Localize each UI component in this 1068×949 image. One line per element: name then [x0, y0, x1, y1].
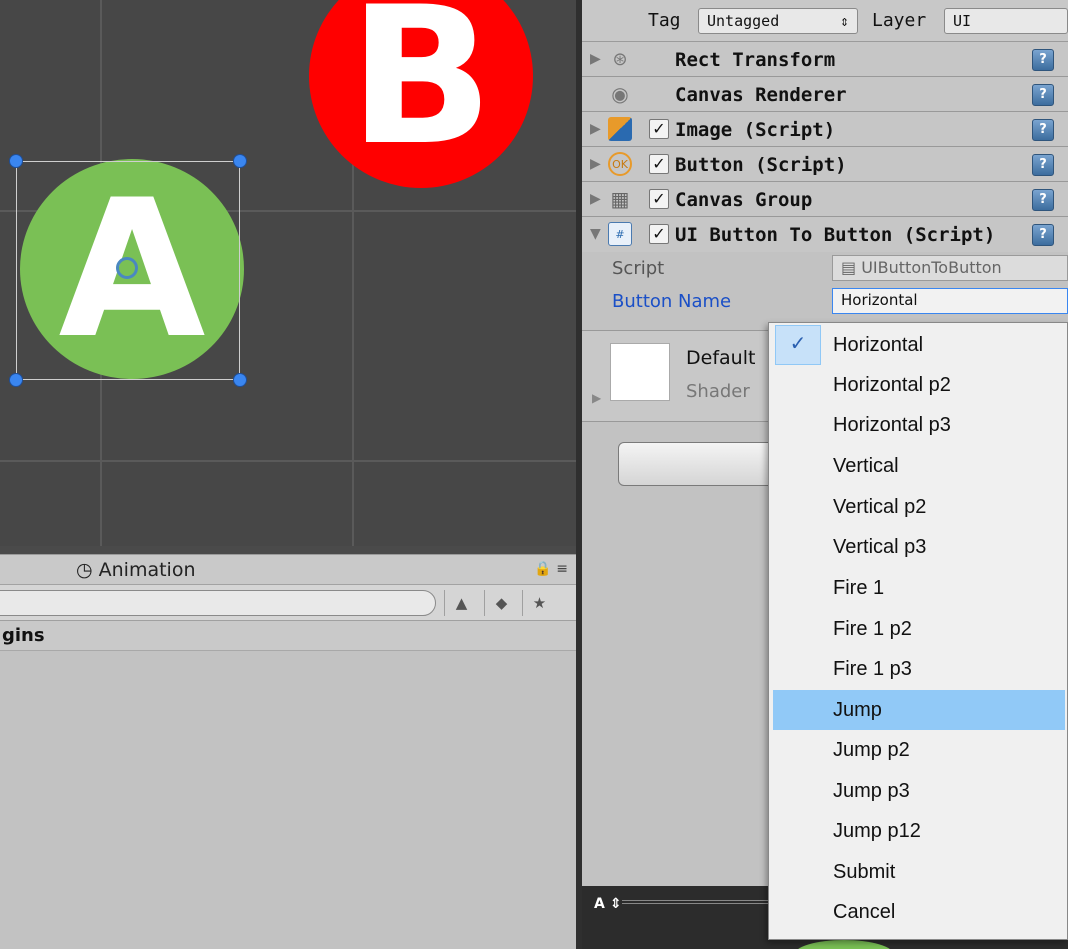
tag-value: Untagged	[707, 12, 780, 30]
enable-checkbox[interactable]: ✓	[649, 119, 669, 139]
layer-label: Layer	[872, 10, 927, 31]
component-title: Canvas Group	[675, 189, 813, 211]
script-icon: #	[608, 222, 632, 246]
component-title: UI Button To Button (Script)	[675, 224, 996, 246]
image-icon	[608, 117, 632, 141]
filter-type-icon[interactable]: ▲	[444, 590, 478, 616]
tab-animation[interactable]: ◷ Animation	[76, 559, 196, 581]
fold-arrow-icon[interactable]: ▶	[590, 51, 601, 67]
script-value: UIButtonToButton	[861, 258, 1002, 277]
layer-value: UI	[953, 12, 972, 30]
menu-option[interactable]: Fire 1 p2	[773, 609, 1065, 649]
search-row: ▲ ◆ ★	[0, 585, 576, 621]
rect-transform-icon: ⊛	[612, 48, 628, 70]
help-icon[interactable]: ?	[1032, 119, 1054, 141]
material-name: Default	[686, 347, 756, 369]
menu-option[interactable]: Horizontal p2	[773, 365, 1065, 405]
button-name-dropdown[interactable]: Horizontal	[832, 288, 1068, 314]
enable-checkbox[interactable]: ✓	[649, 154, 669, 174]
enable-checkbox[interactable]: ✓	[649, 189, 669, 209]
help-icon[interactable]: ?	[1032, 49, 1054, 71]
preview-thumbnail	[794, 940, 894, 949]
enable-checkbox[interactable]: ✓	[649, 224, 669, 244]
menu-option[interactable]: Horizontal p3	[773, 405, 1065, 445]
component-canvas-renderer[interactable]: ◉ Canvas Renderer ?	[582, 77, 1068, 112]
component-title: Canvas Renderer	[675, 84, 847, 106]
fold-arrow-icon[interactable]: ▶	[590, 156, 601, 172]
tag-dropdown[interactable]: Untagged ⇕	[698, 8, 858, 34]
ok-button-icon: OK	[608, 152, 632, 176]
script-file-icon: ▤	[841, 258, 857, 277]
preview-label: A ⇕	[594, 896, 622, 912]
menu-option[interactable]: Vertical p2	[773, 487, 1065, 527]
fold-arrow-icon[interactable]: ▼	[590, 226, 601, 242]
menu-option[interactable]: Cancel	[773, 892, 1065, 932]
fold-arrow-icon[interactable]: ▶	[592, 391, 601, 405]
list-item[interactable]: gins	[0, 621, 576, 651]
menu-option[interactable]: Jump p2	[773, 730, 1065, 770]
lock-icon[interactable]: 🔒 ≡	[534, 561, 568, 577]
material-shader-label: Shader	[686, 381, 750, 402]
menu-option[interactable]: Fire 1	[773, 568, 1065, 608]
search-input[interactable]	[0, 590, 436, 616]
checkmark-icon: ✓	[775, 325, 821, 365]
material-thumbnail	[610, 343, 670, 401]
fold-arrow-icon[interactable]: ▶	[590, 121, 601, 137]
grid-line	[0, 460, 576, 462]
menu-option[interactable]: Submit	[773, 852, 1065, 892]
help-icon[interactable]: ?	[1032, 189, 1054, 211]
tab-animation-label: Animation	[98, 559, 196, 581]
component-canvas-group[interactable]: ▶ ▦ ✓ Canvas Group ?	[582, 182, 1068, 217]
button-b-graphic[interactable]: B	[309, 0, 533, 188]
menu-option[interactable]: Fire 1 p3	[773, 649, 1065, 689]
resize-handle-top-right[interactable]	[233, 154, 247, 168]
animation-tabbar: ◷ Animation 🔒 ≡	[0, 555, 576, 585]
tag-layer-row: Tag Untagged ⇕ Layer UI	[582, 0, 1068, 42]
tag-label: Tag	[648, 10, 681, 31]
button-name-options-menu: ✓ Horizontal Horizontal p2 Horizontal p3…	[768, 322, 1068, 940]
component-button[interactable]: ▶ OK ✓ Button (Script) ?	[582, 147, 1068, 182]
menu-option[interactable]: ✓ Horizontal	[773, 325, 1065, 365]
canvas-group-icon: ▦	[610, 187, 630, 211]
component-image[interactable]: ▶ ✓ Image (Script) ?	[582, 112, 1068, 147]
clock-icon: ◷	[76, 559, 93, 581]
component-rect-transform[interactable]: ▶ ⊛ Rect Transform ?	[582, 42, 1068, 77]
menu-option[interactable]: Jump p12	[773, 811, 1065, 851]
button-name-label: Button Name	[612, 291, 732, 312]
scene-border	[0, 546, 576, 554]
resize-handle-top-left[interactable]	[9, 154, 23, 168]
help-icon[interactable]: ?	[1032, 84, 1054, 106]
button-b-letter: B	[348, 0, 494, 187]
button-name-value: Horizontal	[841, 291, 918, 309]
star-icon[interactable]: ★	[522, 590, 556, 616]
button-name-row: Button Name Horizontal	[582, 285, 1068, 318]
component-ui-button-to-button[interactable]: ▼ # ✓ UI Button To Button (Script) ?	[582, 217, 1068, 252]
help-icon[interactable]: ?	[1032, 154, 1054, 176]
layer-dropdown[interactable]: UI	[944, 8, 1068, 34]
component-title: Button (Script)	[675, 154, 847, 176]
label-tag-icon[interactable]: ◆	[484, 590, 518, 616]
script-row: Script ▤ UIButtonToButton	[582, 252, 1068, 285]
script-label: Script	[612, 258, 665, 279]
menu-option-highlighted[interactable]: Jump	[773, 690, 1065, 730]
canvas-renderer-icon: ◉	[611, 82, 629, 106]
menu-option[interactable]: Vertical p3	[773, 527, 1065, 567]
scene-view[interactable]: B A	[0, 0, 576, 548]
component-title: Rect Transform	[675, 49, 836, 71]
menu-option[interactable]: Jump p3	[773, 771, 1065, 811]
menu-option[interactable]: Vertical	[773, 446, 1065, 486]
dropdown-arrow-icon: ⇕	[839, 12, 849, 30]
fold-arrow-icon[interactable]: ▶	[590, 191, 601, 207]
script-field[interactable]: ▤ UIButtonToButton	[832, 255, 1068, 281]
component-title: Image (Script)	[675, 119, 836, 141]
resize-handle-bottom-left[interactable]	[9, 373, 23, 387]
preview-slider[interactable]	[622, 900, 772, 904]
animation-panel: ◷ Animation 🔒 ≡ ▲ ◆ ★ gins	[0, 554, 576, 949]
resize-handle-bottom-right[interactable]	[233, 373, 247, 387]
pivot-icon[interactable]	[116, 257, 138, 279]
help-icon[interactable]: ?	[1032, 224, 1054, 246]
